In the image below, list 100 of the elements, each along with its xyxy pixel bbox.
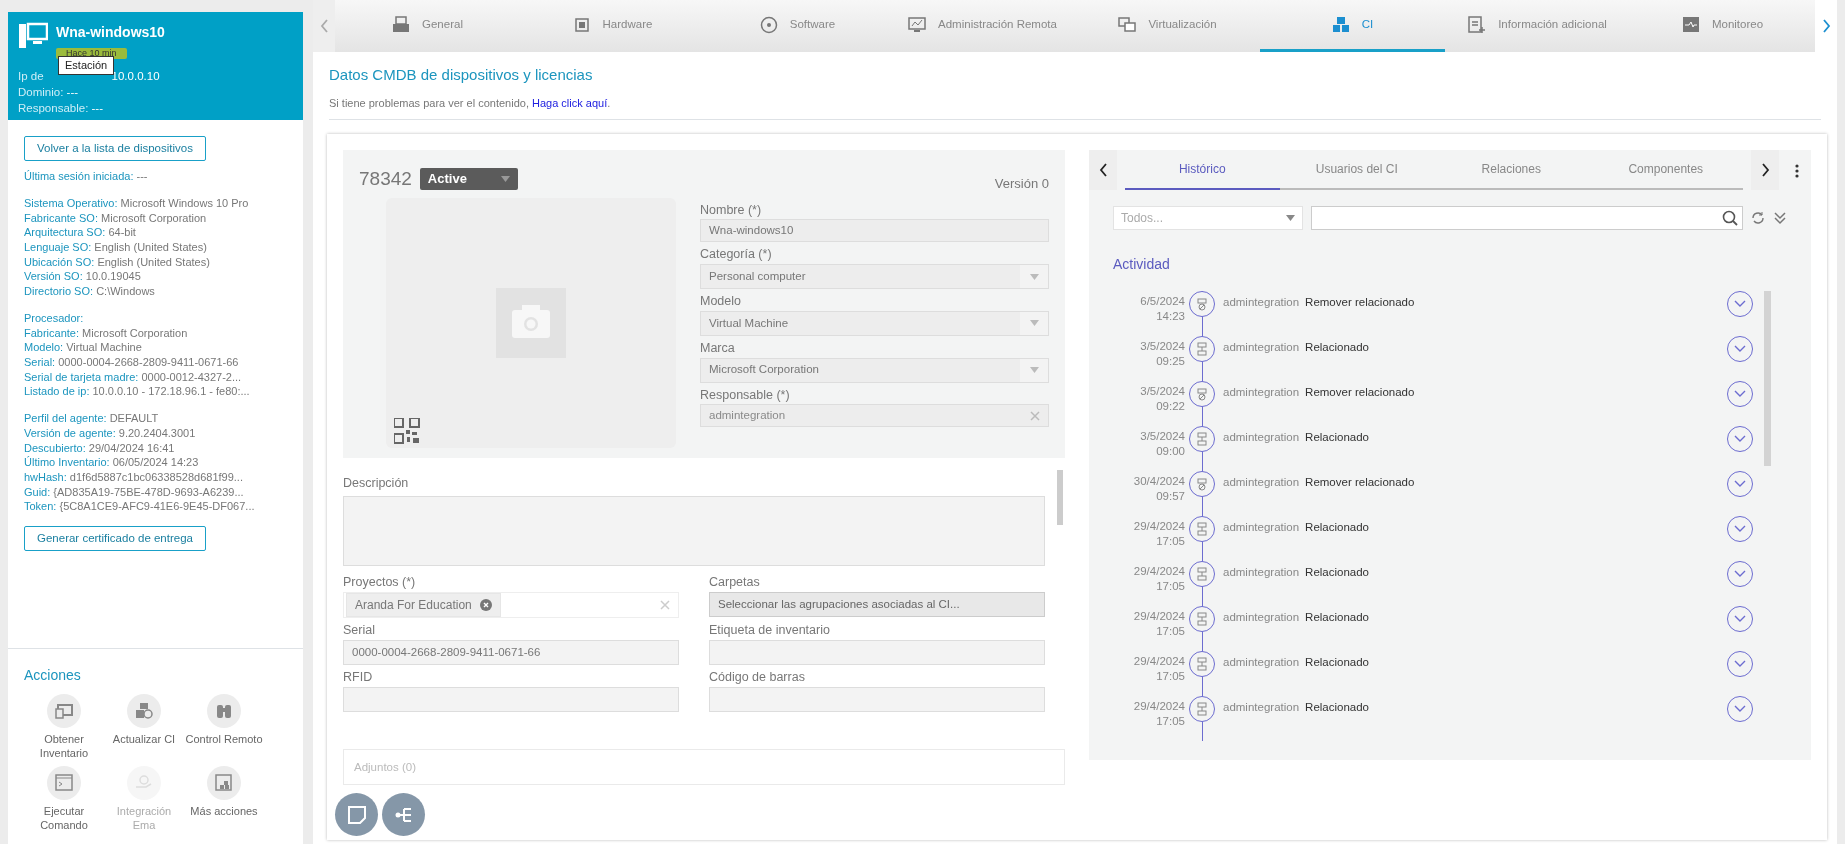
info-line: Lenguaje SO: English (United States) [24, 240, 208, 255]
event-timestamp: 29/4/2024 17:05 [1132, 699, 1185, 729]
chevron-down-icon [1734, 615, 1746, 623]
tab[interactable]: General [335, 0, 520, 52]
scrollbar[interactable] [1764, 291, 1771, 466]
remove-icon[interactable] [479, 599, 492, 611]
chevron-down-icon [1734, 480, 1746, 488]
info-line: Última sesión iniciada: --- [24, 169, 149, 184]
info-line: Serial: 0000-0004-2668-2809-9411-0671-66 [24, 355, 240, 370]
monitor-wave-icon [1681, 15, 1700, 34]
unlink-icon [1194, 386, 1210, 402]
dropdown-field[interactable]: Personal computer [700, 264, 1049, 289]
caret-icon [500, 175, 510, 182]
input-field[interactable] [343, 686, 679, 712]
tab[interactable]: Hardware [520, 0, 705, 52]
tab[interactable]: Componentes [1588, 150, 1743, 190]
more-options-icon[interactable] [1795, 163, 1799, 178]
event-action: Relacionado [1305, 430, 1369, 445]
picker-field[interactable]: Seleccionar las agrupaciones asociadas al CI... [709, 592, 1045, 617]
tab[interactable]: Administración Remota [890, 0, 1075, 52]
event-user: admintegration [1223, 700, 1300, 715]
tab[interactable]: Información adicional [1445, 0, 1630, 52]
description-field[interactable] [343, 496, 1045, 567]
field-label: Categoría (*) [700, 246, 773, 264]
caret-icon [1029, 320, 1039, 327]
tab[interactable]: Relaciones [1434, 150, 1589, 190]
unlink-icon [1194, 296, 1210, 312]
filter-dropdown[interactable]: Todos... [1113, 206, 1303, 230]
section-title: Actividad [1112, 255, 1171, 274]
action-button[interactable]: Control Remoto [184, 694, 264, 760]
scrollbar[interactable] [1057, 469, 1063, 525]
search-field[interactable] [1311, 206, 1743, 230]
chevron-down-icon [1734, 300, 1746, 308]
cubes-icon [1331, 15, 1350, 34]
input-field[interactable] [709, 686, 1045, 712]
device-info-line: Dominio: --- [18, 85, 80, 100]
search-icon [1722, 210, 1738, 226]
input-field[interactable]: 0000-0004-2668-2809-9411-0671-66 [343, 639, 679, 665]
input-field[interactable]: Wna-windows10 [700, 219, 1049, 243]
certificate-button[interactable]: Generar certificado de entrega [24, 526, 206, 552]
tab[interactable]: Histórico [1125, 150, 1280, 190]
version-label: Versión 0 [994, 175, 1049, 193]
tab[interactable]: Usuarios del CI [1279, 150, 1434, 190]
binoculars-icon [215, 702, 233, 720]
dropdown-field[interactable]: Virtual Machine [700, 310, 1049, 336]
tag-input-field[interactable]: Aranda For Education [343, 592, 679, 618]
event-timestamp: 6/5/2024 14:23 [1139, 294, 1185, 324]
field-label: Marca [700, 339, 736, 357]
double-chevron-down-icon[interactable] [1773, 211, 1787, 225]
tab[interactable]: CI [1260, 0, 1445, 52]
info-line: Ubicación SO: English (United States) [24, 254, 211, 270]
event-user: admintegration [1223, 340, 1300, 355]
back-button[interactable]: Volver a la lista de dispositivos [24, 136, 206, 162]
chevron-right-icon[interactable] [1760, 163, 1770, 177]
link-blocks-icon [1194, 431, 1210, 447]
field-label: Proyectos (*) [343, 574, 417, 592]
document-plus-icon [1468, 15, 1487, 34]
input-field[interactable] [709, 639, 1045, 665]
event-timestamp: 3/5/2024 09:00 [1139, 429, 1185, 459]
share-button[interactable] [382, 793, 425, 836]
info-line: Modelo: Virtual Machine [24, 340, 143, 355]
event-action: Relacionado [1305, 520, 1369, 535]
type-tooltip: Estación [58, 56, 115, 75]
field-label: Descripción [343, 474, 410, 492]
field-label: Modelo [700, 293, 742, 310]
info-line: Fabricante: Microsoft Corporation [24, 325, 189, 341]
event-timestamp: 3/5/2024 09:25 [1139, 339, 1185, 369]
link-blocks-icon [1194, 656, 1210, 672]
tab[interactable]: Virtualización [1075, 0, 1260, 52]
status-dropdown[interactable]: Active [419, 168, 518, 190]
input-field[interactable]: admintegration [700, 404, 1049, 428]
link-blocks-icon [1194, 566, 1210, 582]
info-line: Procesador: [24, 310, 85, 326]
info-line: Último Inventario: 06/05/2024 14:23 [24, 455, 200, 470]
event-user: admintegration [1223, 655, 1300, 670]
refresh-icon[interactable] [1751, 211, 1765, 225]
event-timestamp: 29/4/2024 17:05 [1132, 519, 1185, 549]
info-line: Guid: {AD835A19-75BE-478D-9693-A6239... [24, 484, 245, 500]
info-line: Versión de agente: 9.20.2404.3001 [24, 425, 197, 441]
note-button[interactable] [335, 793, 378, 836]
event-action: Relacionado [1305, 610, 1369, 625]
action-button[interactable]: Obtener Inventario [24, 694, 104, 760]
chevron-down-icon [1734, 570, 1746, 578]
action-button[interactable]: Actualizar CI [104, 694, 184, 760]
chevron-down-icon [1734, 660, 1746, 668]
tab[interactable]: Monitoreo [1630, 0, 1815, 52]
action-button[interactable]: Ejecutar Comando [24, 766, 104, 832]
event-timestamp: 29/4/2024 17:05 [1132, 609, 1185, 639]
note-icon [346, 804, 367, 825]
two-monitors-icon [1118, 15, 1137, 34]
event-user: admintegration [1223, 475, 1300, 490]
dropdown-field[interactable]: Microsoft Corporation [700, 357, 1049, 383]
action-button[interactable]: Más acciones [184, 766, 264, 832]
chevron-left-icon[interactable] [1098, 163, 1108, 177]
event-timestamp: 3/5/2024 09:22 [1139, 384, 1185, 414]
tab[interactable]: Software [705, 0, 890, 52]
event-action: Remover relacionado [1305, 385, 1415, 400]
chevron-down-icon [1734, 435, 1746, 443]
desktop-computer-icon [18, 22, 48, 50]
unlink-icon [1194, 476, 1210, 492]
